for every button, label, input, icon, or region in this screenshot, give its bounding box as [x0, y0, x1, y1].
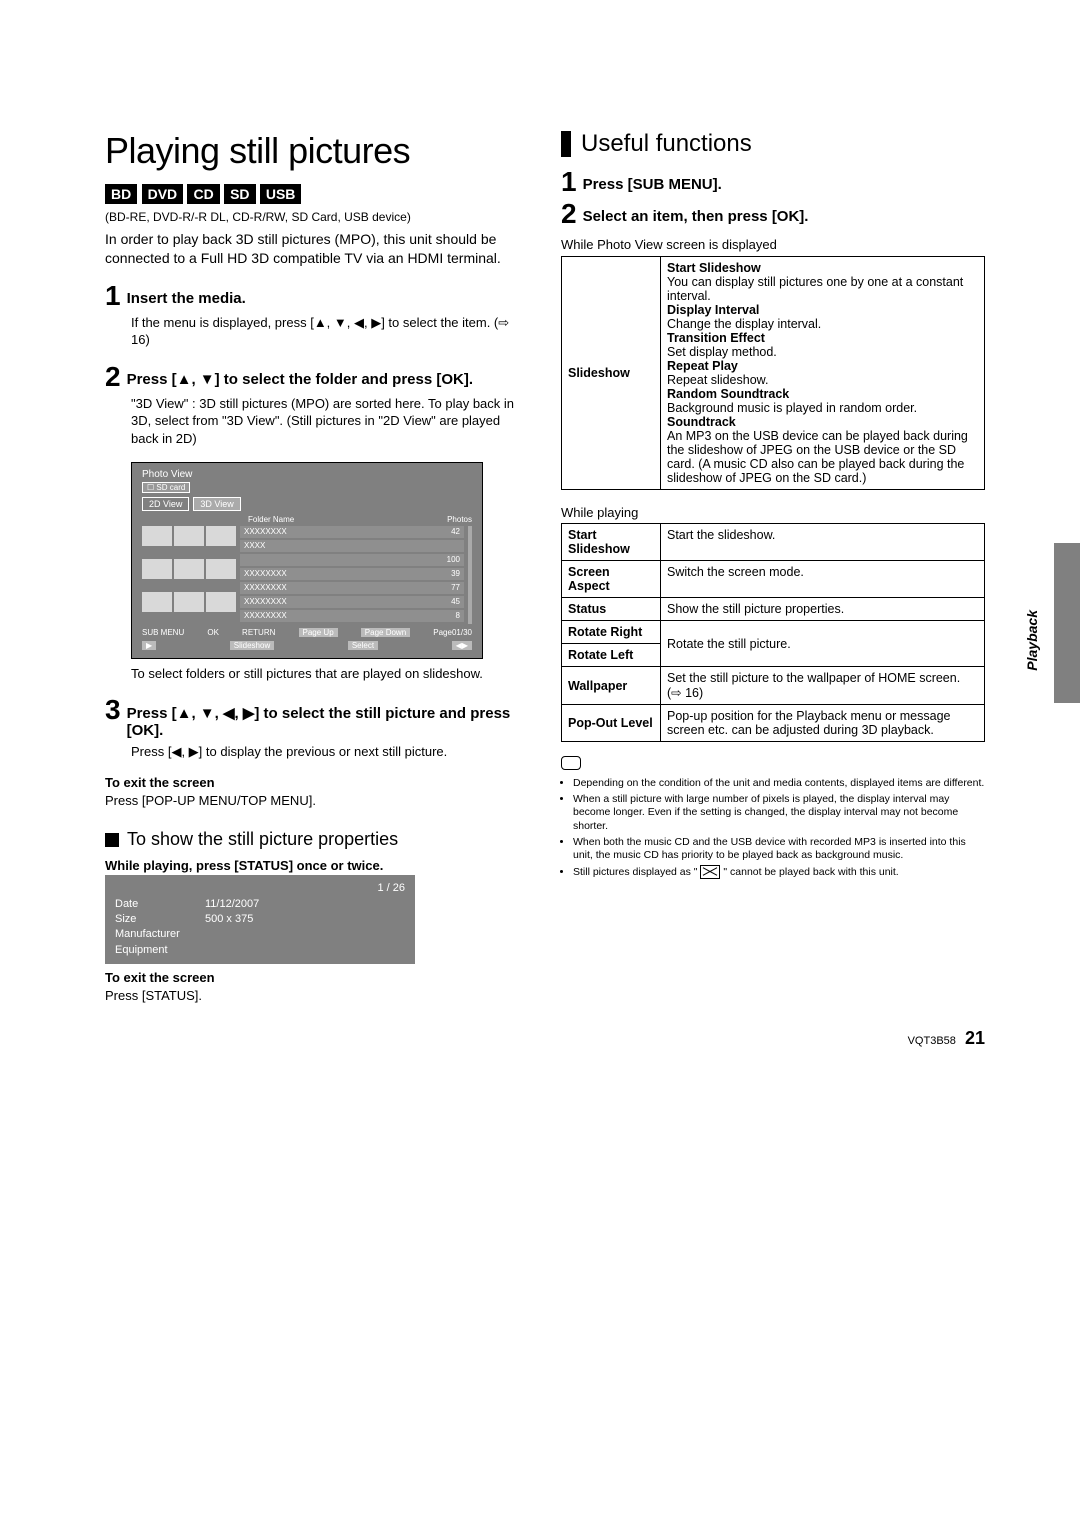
media-detail-line: (BD-RE, DVD-R/-R DL, CD-R/RW, SD Card, U… [105, 210, 529, 224]
exit-screen-body-2: Press [STATUS]. [105, 987, 529, 1005]
step-number: 2 [561, 200, 577, 228]
step-2-body: "3D View" : 3D still pictures (MPO) are … [131, 395, 529, 448]
note-item: When a still picture with large number o… [573, 793, 985, 834]
square-bullet-icon [105, 833, 119, 847]
opt-head: Start Slideshow [562, 524, 661, 561]
pv-scrollbar [468, 526, 472, 624]
page-footer: VQT3B58 21 [908, 1028, 985, 1049]
left-column: Playing still pictures BD DVD CD SD USB … [105, 130, 529, 1019]
note-item: Depending on the condition of the unit a… [573, 777, 985, 791]
step-2-after: To select folders or still pictures that… [131, 665, 529, 683]
opt-body: Pop-up position for the Playback menu or… [661, 705, 985, 742]
page-number: 21 [965, 1028, 985, 1048]
step-title: Press [▲, ▼] to select the folder and pr… [127, 363, 473, 388]
table1-caption: While Photo View screen is displayed [561, 236, 985, 254]
slideshow-row-head: Slideshow [562, 256, 661, 489]
note-item: When both the music CD and the USB devic… [573, 836, 985, 863]
media-tag: SD [224, 184, 255, 204]
exit-screen-heading-2: To exit the screen [105, 970, 529, 985]
opt-body: Set the still picture to the wallpaper o… [661, 667, 985, 705]
pv-footer: SUB MENU OK RETURN Page Up Page Down Pag… [142, 628, 472, 637]
pv-folder-list: XXXXXXXX42 XXXX 100 XXXXXXXX39 XXXXXXXX7… [240, 526, 464, 624]
broken-image-icon [700, 865, 720, 879]
opt-body: Rotate the still picture. [661, 621, 985, 667]
media-tag: DVD [142, 184, 184, 204]
note-item: Still pictures displayed as " " cannot b… [573, 865, 985, 879]
step-1-body: If the menu is displayed, press [▲, ▼, ◀… [131, 314, 529, 349]
slideshow-options-table: Slideshow Start SlideshowYou can display… [561, 256, 985, 490]
opt-head: Wallpaper [562, 667, 661, 705]
exit-screen-heading: To exit the screen [105, 775, 529, 790]
status-counter: 1 / 26 [115, 881, 405, 896]
step-number: 2 [105, 363, 121, 391]
right-step-1: 1 Press [SUB MENU]. [561, 168, 985, 196]
pv-title: Photo View [142, 469, 472, 480]
step-3-heading: 3 Press [▲, ▼, ◀, ▶] to select the still… [105, 696, 529, 739]
status-screenshot: 1 / 26 Date11/12/2007 Size500 x 375 Manu… [105, 875, 415, 964]
step-title: Insert the media. [127, 282, 246, 307]
pv-footer-2: ▶ Slideshow Select ◀▶ [142, 641, 472, 650]
pv-tab-2d: 2D View [142, 497, 189, 511]
media-tags: BD DVD CD SD USB [105, 184, 529, 204]
opt-body: Start the slideshow. [661, 524, 985, 561]
useful-functions-heading: Useful functions [561, 130, 985, 158]
pv-col-photos: Photos [447, 515, 472, 524]
opt-body: Show the still picture properties. [661, 598, 985, 621]
media-tag: BD [105, 184, 137, 204]
opt-body: Switch the screen mode. [661, 561, 985, 598]
step-1-heading: 1 Insert the media. [105, 282, 529, 310]
step-title: Press [SUB MENU]. [583, 168, 722, 193]
opt-head: Status [562, 598, 661, 621]
intro-paragraph: In order to play back 3D still pictures … [105, 230, 529, 268]
media-tag: USB [260, 184, 302, 204]
step-3-body: Press [◀, ▶] to display the previous or … [131, 743, 529, 761]
step-number: 1 [105, 282, 121, 310]
opt-head: Rotate Right [562, 621, 661, 644]
right-column: Useful functions 1 Press [SUB MENU]. 2 S… [561, 130, 985, 1019]
note-icon [561, 756, 581, 770]
section-side-tab: Playback [1024, 610, 1040, 671]
doc-code: VQT3B58 [908, 1035, 956, 1047]
opt-head: Pop-Out Level [562, 705, 661, 742]
photo-view-screenshot: Photo View ☐ SD card 2D View 3D View Fol… [131, 462, 483, 659]
step-2-heading: 2 Press [▲, ▼] to select the folder and … [105, 363, 529, 391]
table2-caption: While playing [561, 504, 985, 522]
pv-tab-3d: 3D View [193, 497, 240, 511]
page-title: Playing still pictures [105, 130, 529, 172]
side-gray-tab [1054, 543, 1080, 703]
opt-head: Screen Aspect [562, 561, 661, 598]
opt-head: Rotate Left [562, 644, 661, 667]
black-bar-icon [561, 131, 571, 157]
right-step-2: 2 Select an item, then press [OK]. [561, 200, 985, 228]
slideshow-options-cell: Start SlideshowYou can display still pic… [661, 256, 985, 489]
step-title: Select an item, then press [OK]. [583, 200, 809, 225]
exit-screen-body: Press [POP-UP MENU/TOP MENU]. [105, 792, 529, 810]
pv-card-label: ☐ SD card [142, 482, 190, 493]
media-tag: CD [187, 184, 219, 204]
notes-block: Depending on the condition of the unit a… [561, 756, 985, 879]
step-number: 1 [561, 168, 577, 196]
properties-instruction: While playing, press [STATUS] once or tw… [105, 858, 529, 873]
step-number: 3 [105, 696, 121, 724]
pv-col-folder: Folder Name [248, 515, 294, 524]
pv-thumbnails [142, 526, 236, 624]
properties-section-heading: To show the still picture properties [105, 829, 529, 850]
playing-options-table: Start Slideshow Start the slideshow. Scr… [561, 523, 985, 742]
step-title: Press [▲, ▼, ◀, ▶] to select the still p… [127, 696, 529, 739]
